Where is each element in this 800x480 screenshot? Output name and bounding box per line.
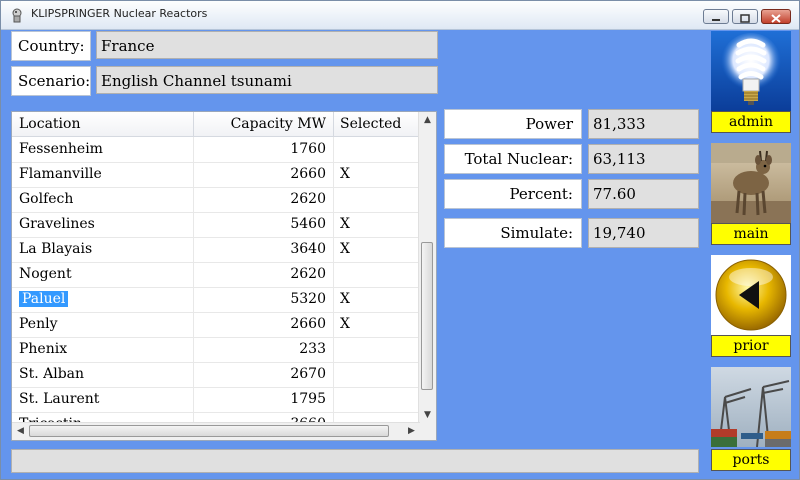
country-label: Country:: [11, 31, 91, 61]
selected-location-highlight: Paluel: [19, 291, 69, 307]
sidebar-main[interactable]: main: [711, 143, 791, 247]
table-row[interactable]: St. Laurent 1795: [12, 387, 420, 413]
app-icon: [12, 8, 22, 23]
cell-selected: [334, 137, 420, 162]
cell-capacity: 1760: [194, 137, 334, 162]
scroll-down-icon[interactable]: ▼: [419, 407, 436, 424]
table-row[interactable]: La Blayais 3640 X: [12, 237, 420, 263]
prior-button[interactable]: prior: [711, 335, 791, 357]
sidebar-prior[interactable]: prior: [711, 255, 791, 359]
scenario-field[interactable]: English Channel tsunami: [96, 66, 438, 94]
light-bulb-icon[interactable]: [711, 31, 791, 111]
cell-location: Gravelines: [12, 212, 194, 237]
column-header-capacity[interactable]: Capacity MW: [194, 112, 334, 136]
reactor-table[interactable]: Location Capacity MW Selected Fessenheim…: [11, 111, 437, 441]
percent-label: Percent:: [444, 179, 582, 209]
cell-capacity: 5460: [194, 212, 334, 237]
table-row[interactable]: Flamanville 2660 X: [12, 162, 420, 188]
status-bar: [11, 449, 699, 473]
cell-selected: X: [340, 166, 350, 182]
cell-capacity: 2620: [194, 187, 334, 212]
total-nuclear-value: 63,113: [588, 144, 699, 174]
back-arrow-icon[interactable]: [711, 255, 791, 335]
simulate-value[interactable]: 19,740: [588, 218, 699, 248]
scroll-right-icon[interactable]: ▶: [403, 423, 420, 440]
table-header: Location Capacity MW Selected: [12, 112, 420, 137]
cell-selected: X: [340, 291, 350, 307]
table-row[interactable]: St. Alban 2670: [12, 362, 420, 388]
klipspringer-antelope-icon[interactable]: [711, 143, 791, 223]
cell-location: Penly: [12, 312, 194, 337]
minimize-button[interactable]: [703, 9, 729, 24]
horizontal-scroll-thumb[interactable]: [29, 425, 389, 437]
vertical-scrollbar[interactable]: ▲ ▼: [418, 112, 436, 424]
total-nuclear-label: Total Nuclear:: [444, 144, 582, 174]
cell-location: La Blayais: [12, 237, 194, 262]
cell-selected: X: [340, 216, 350, 232]
cell-selected: [334, 337, 420, 362]
window-title: KLIPSPRINGER Nuclear Reactors: [31, 7, 208, 20]
table-row[interactable]: Phenix 233: [12, 337, 420, 363]
app-window: KLIPSPRINGER Nuclear Reactors Country: F…: [0, 0, 800, 480]
close-button[interactable]: [761, 9, 791, 24]
cell-selected: [334, 362, 420, 387]
cell-selected: [334, 387, 420, 412]
table-row[interactable]: Nogent 2620: [12, 262, 420, 288]
country-field[interactable]: France: [96, 31, 438, 59]
table-row[interactable]: Fessenheim 1760: [12, 137, 420, 163]
scrollbar-corner: [419, 423, 436, 440]
cell-location: Golfech: [12, 187, 194, 212]
cell-location: Fessenheim: [12, 137, 194, 162]
vertical-scroll-thumb[interactable]: [421, 242, 433, 390]
cell-selected: [334, 262, 420, 287]
cell-capacity: 2660: [194, 162, 334, 187]
cell-selected: X: [340, 241, 350, 257]
sidebar-admin[interactable]: admin: [711, 31, 791, 135]
cell-location: Paluel: [12, 287, 194, 312]
cell-selected: [334, 187, 420, 212]
ports-button[interactable]: ports: [711, 449, 791, 471]
cell-capacity: 233: [194, 337, 334, 362]
table-row-selected[interactable]: Paluel 5320 X: [12, 287, 420, 313]
title-bar: KLIPSPRINGER Nuclear Reactors: [1, 1, 799, 30]
table-row[interactable]: Gravelines 5460 X: [12, 212, 420, 238]
power-produced-value: 81,333: [588, 109, 699, 139]
cell-capacity: 2670: [194, 362, 334, 387]
table-row[interactable]: Golfech 2620: [12, 187, 420, 213]
cell-capacity: 3640: [194, 237, 334, 262]
cell-location: Nogent: [12, 262, 194, 287]
percent-value: 77.60: [588, 179, 699, 209]
cell-location: Phenix: [12, 337, 194, 362]
power-produced-label: Power Produced:: [444, 109, 582, 161]
main-button[interactable]: main: [711, 223, 791, 245]
sidebar-ports[interactable]: ports: [711, 367, 791, 473]
admin-button[interactable]: admin: [711, 111, 791, 133]
cell-location: Flamanville: [12, 162, 194, 187]
port-cranes-icon[interactable]: [711, 367, 791, 447]
table-row[interactable]: Penly 2660 X: [12, 312, 420, 338]
cell-location: St. Alban: [12, 362, 194, 387]
scroll-left-icon[interactable]: ◀: [12, 423, 29, 440]
cell-capacity: 2620: [194, 262, 334, 287]
minimize-icon: [712, 19, 720, 21]
column-header-location[interactable]: Location: [12, 112, 194, 136]
maximize-button[interactable]: [732, 9, 758, 24]
horizontal-scrollbar[interactable]: ◀ ▶: [12, 422, 420, 440]
column-header-selected[interactable]: Selected: [334, 112, 420, 136]
cell-location: St. Laurent: [12, 387, 194, 412]
scenario-label: Scenario:: [11, 66, 91, 96]
scroll-up-icon[interactable]: ▲: [419, 112, 436, 129]
cell-selected: X: [340, 316, 350, 332]
cell-capacity: 1795: [194, 387, 334, 412]
maximize-icon: [740, 14, 750, 23]
close-icon: [771, 14, 781, 23]
cell-capacity: 5320: [194, 287, 334, 312]
simulate-label: Simulate:: [444, 218, 582, 248]
cell-capacity: 2660: [194, 312, 334, 337]
